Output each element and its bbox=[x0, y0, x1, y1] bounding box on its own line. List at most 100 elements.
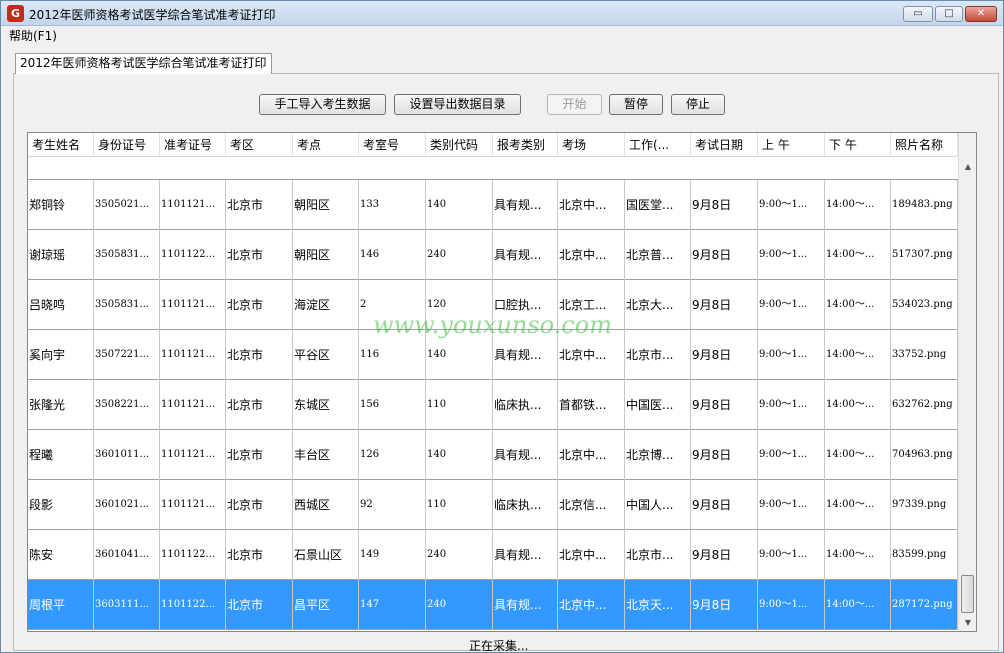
column-header[interactable]: 身份证号 bbox=[94, 133, 160, 157]
column-header[interactable]: 下 午 bbox=[825, 133, 891, 157]
table-cell: 1101122... bbox=[160, 530, 226, 580]
table-row[interactable]: 陈安 3601041... 1101122... 北京市 石景山区 149 240 具有规..… bbox=[28, 530, 958, 580]
table-cell: 9月8日 bbox=[691, 180, 758, 230]
scroll-down-arrow-icon[interactable]: ▼ bbox=[959, 614, 976, 631]
table-cell: 海淀区 bbox=[293, 280, 359, 330]
stop-button[interactable]: 停止 bbox=[671, 94, 725, 115]
set-export-dir-button[interactable]: 设置导出数据目录 bbox=[394, 94, 521, 115]
column-header[interactable]: 考区 bbox=[226, 133, 293, 157]
table-cell: 9月8日 bbox=[691, 530, 758, 580]
close-button[interactable]: ✕ bbox=[965, 6, 997, 22]
maximize-button[interactable]: □ bbox=[935, 6, 963, 22]
table-cell: 14:00～... bbox=[825, 230, 891, 280]
scroll-thumb[interactable] bbox=[961, 575, 974, 613]
table-cell: 126 bbox=[359, 430, 426, 480]
column-header[interactable]: 考试日期 bbox=[691, 133, 758, 157]
table-cell: 146 bbox=[359, 230, 426, 280]
column-header[interactable]: 类别代码 bbox=[426, 133, 493, 157]
table-cell: 14:00～... bbox=[825, 180, 891, 230]
table-cell: 首都铁... bbox=[558, 380, 625, 430]
title-bar[interactable]: G 2012年医师资格考试医学综合笔试准考证打印 ▭ □ ✕ bbox=[1, 1, 1003, 26]
column-header[interactable]: 考生姓名 bbox=[28, 133, 94, 157]
table-cell: 83599.png bbox=[891, 530, 958, 580]
table-cell: 北京市 bbox=[226, 530, 293, 580]
table-cell: 具有规... bbox=[493, 230, 558, 280]
table-cell: 9:00～1... bbox=[758, 480, 825, 530]
menu-help[interactable]: 帮助(F1) bbox=[9, 27, 57, 44]
table-cell: 具有规... bbox=[493, 530, 558, 580]
table-cell: 92 bbox=[359, 480, 426, 530]
column-header[interactable]: 准考证号 bbox=[160, 133, 226, 157]
table-cell: 陈安 bbox=[28, 530, 94, 580]
table-cell: 中国医... bbox=[625, 380, 691, 430]
table-cell: 北京中... bbox=[558, 580, 625, 630]
table-cell: 北京市 bbox=[226, 430, 293, 480]
table-cell: 9月8日 bbox=[691, 430, 758, 480]
scroll-up-arrow-icon[interactable]: ▲ bbox=[959, 158, 976, 175]
vertical-scrollbar[interactable]: ▲ ▼ bbox=[958, 133, 976, 631]
table-cell: 3505831... bbox=[94, 230, 160, 280]
table-cell: 朝阳区 bbox=[293, 230, 359, 280]
table-cell: 9月8日 bbox=[691, 230, 758, 280]
column-header[interactable]: 考点 bbox=[293, 133, 359, 157]
table-cell: 西城区 bbox=[293, 480, 359, 530]
table-cell: 具有规... bbox=[493, 180, 558, 230]
column-header[interactable]: 工作(... bbox=[625, 133, 691, 157]
table-cell: 北京中... bbox=[558, 430, 625, 480]
table-cell: 北京市 bbox=[226, 230, 293, 280]
table-cell: 1101121... bbox=[160, 380, 226, 430]
table-cell: 9:00～1... bbox=[758, 530, 825, 580]
column-header[interactable]: 上 午 bbox=[758, 133, 825, 157]
table-cell: 110 bbox=[426, 380, 493, 430]
table-cell: 9月8日 bbox=[691, 480, 758, 530]
table-row[interactable]: 谢琼瑶 3505831... 1101122... 北京市 朝阳区 146 240 具有规..… bbox=[28, 230, 958, 280]
import-data-button[interactable]: 手工导入考生数据 bbox=[259, 94, 386, 115]
table-cell: 9月8日 bbox=[691, 580, 758, 630]
table-row[interactable]: 周根平 3603111... 1101122... 北京市 昌平区 147 240 具有规..… bbox=[28, 580, 958, 630]
column-header[interactable]: 照片名称 bbox=[891, 133, 958, 157]
table-cell: 9:00～1... bbox=[758, 180, 825, 230]
table-cell: 北京中... bbox=[558, 230, 625, 280]
table-cell: 1101122... bbox=[160, 580, 226, 630]
table-cell: 3505021... bbox=[94, 180, 160, 230]
table-cell: 3601041... bbox=[94, 530, 160, 580]
table-cell: 9:00～1... bbox=[758, 430, 825, 480]
table-cell: 郑铜铃 bbox=[28, 180, 94, 230]
table-cell: 吕晓鸣 bbox=[28, 280, 94, 330]
column-header[interactable]: 考场 bbox=[558, 133, 625, 157]
table-cell: 1101121... bbox=[160, 180, 226, 230]
table-cell: 97339.png bbox=[891, 480, 958, 530]
minimize-button[interactable]: ▭ bbox=[903, 6, 933, 22]
table-cell: 3508221... bbox=[94, 380, 160, 430]
table-cell: 北京大... bbox=[625, 280, 691, 330]
table-header: 考生姓名 身份证号 准考证号 考区 考点 考室号 类别代码 报考类别 考场 工作(... 考试日期上… bbox=[28, 133, 958, 157]
table-cell: 534023.png bbox=[891, 280, 958, 330]
table-cell: 133 bbox=[359, 180, 426, 230]
table-cell: 北京中... bbox=[558, 180, 625, 230]
menu-bar: 帮助(F1) bbox=[1, 26, 1003, 44]
table-cell: 奚向宇 bbox=[28, 330, 94, 380]
table-cell: 3603111... bbox=[94, 580, 160, 630]
table-cell: 9:00～1... bbox=[758, 580, 825, 630]
table-cell: 国医堂... bbox=[625, 180, 691, 230]
table-row[interactable]: 程曦 3601011... 1101121... 北京市 丰台区 126 140 具有规...… bbox=[28, 430, 958, 480]
candidate-table[interactable]: 考生姓名 身份证号 准考证号 考区 考点 考室号 类别代码 报考类别 考场 工作(... 考试日期上… bbox=[27, 132, 977, 632]
app-window: G 2012年医师资格考试医学综合笔试准考证打印 ▭ □ ✕ 帮助(F1) 20… bbox=[0, 0, 1004, 653]
window-title: 2012年医师资格考试医学综合笔试准考证打印 bbox=[29, 8, 276, 22]
column-header[interactable]: 考室号 bbox=[359, 133, 426, 157]
pause-button[interactable]: 暂停 bbox=[609, 94, 663, 115]
table-cell: 北京市 bbox=[226, 180, 293, 230]
table-cell: 北京市 bbox=[226, 580, 293, 630]
start-button[interactable]: 开始 bbox=[547, 94, 602, 115]
table-cell: 北京市... bbox=[625, 330, 691, 380]
table-row[interactable]: 张隆光 3508221... 1101121... 北京市 东城区 156 110 临床执..… bbox=[28, 380, 958, 430]
table-cell: 北京博... bbox=[625, 430, 691, 480]
column-header[interactable]: 报考类别 bbox=[493, 133, 558, 157]
table-cell: 1101121... bbox=[160, 430, 226, 480]
table-row[interactable]: 段影 3601021... 1101121... 北京市 西城区 92 110 临床执... 北… bbox=[28, 480, 958, 530]
table-row[interactable]: 郑铜铃 3505021... 1101121... 北京市 朝阳区 133 140 具有规..… bbox=[28, 180, 958, 230]
tab-admission-print[interactable]: 2012年医师资格考试医学综合笔试准考证打印 bbox=[15, 53, 272, 74]
table-cell: 张隆光 bbox=[28, 380, 94, 430]
table-cell: 昌平区 bbox=[293, 580, 359, 630]
table-cell: 1101121... bbox=[160, 480, 226, 530]
